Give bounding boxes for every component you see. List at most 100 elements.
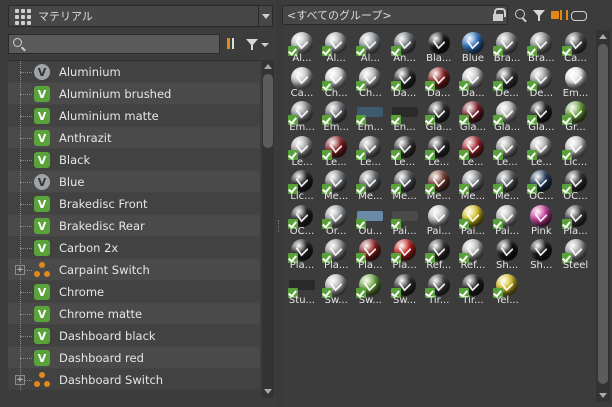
toggle-view-icon[interactable] [551,8,569,22]
material-thumbnail[interactable]: Pla... [560,203,592,237]
material-thumbnail[interactable]: Pai... [491,203,523,237]
list-item[interactable]: V Chrome [8,281,260,303]
material-thumbnail[interactable]: Me... [354,168,386,202]
scroll-thumb[interactable] [598,44,608,384]
material-thumbnail[interactable]: Le... [457,134,489,168]
material-thumbnail[interactable]: Tir... [457,272,489,306]
material-thumbnail[interactable]: OC... [525,168,557,202]
material-thumbnail[interactable]: En... [389,99,421,133]
material-thumbnail[interactable]: Le... [423,134,455,168]
list-item[interactable]: V Chrome matte [8,303,260,325]
list-item[interactable]: + Carpaint Switch [8,259,260,281]
material-thumbnail[interactable]: Al... [286,30,318,64]
material-thumbnail[interactable]: Pai... [389,203,421,237]
material-thumbnail[interactable]: Ca... [286,65,318,99]
list-item[interactable]: V Dashboard black [8,325,260,347]
material-thumbnail[interactable]: Gla... [525,99,557,133]
material-thumbnail[interactable]: Em... [354,99,386,133]
material-thumbnail[interactable]: Sw... [320,272,352,306]
material-thumbnail[interactable]: An... [389,30,421,64]
material-thumbnail[interactable]: Le... [320,134,352,168]
thumbnail-grid-scrollbar[interactable] [596,30,610,402]
material-thumbnail[interactable]: Lic... [560,134,592,168]
material-thumbnail[interactable]: Ou... [354,203,386,237]
material-thumbnail[interactable]: Me... [389,168,421,202]
material-thumbnail[interactable]: Ch... [320,65,352,99]
material-thumbnail[interactable]: Me... [457,168,489,202]
expand-icon[interactable]: + [15,375,25,385]
material-thumbnail[interactable]: OC... [560,168,592,202]
filter-dropdown-icon[interactable] [260,36,270,52]
material-thumbnail[interactable]: Le... [286,134,318,168]
material-thumbnail[interactable]: Pla... [320,237,352,271]
list-item[interactable]: V Aluminium [8,61,260,83]
splitter-grip[interactable] [278,220,280,232]
material-thumbnail[interactable]: Tir... [423,272,455,306]
list-item[interactable]: V Aluminium brushed [8,83,260,105]
material-thumbnail[interactable]: Pink [525,203,557,237]
material-thumbnail[interactable]: Le... [354,134,386,168]
lock-icon[interactable] [492,8,506,22]
material-thumbnail[interactable]: De... [491,65,523,99]
material-thumbnail[interactable]: Pla... [286,237,318,271]
material-thumbnail[interactable]: Stu... [286,272,318,306]
material-thumbnail[interactable]: Me... [491,168,523,202]
material-thumbnail[interactable]: Da... [423,65,455,99]
list-item[interactable]: V Brakedisc Front [8,193,260,215]
material-thumbnail[interactable]: Em... [320,99,352,133]
list-item[interactable]: V Aluminium matte [8,105,260,127]
filter-icon[interactable] [244,36,260,52]
search-icon[interactable] [514,8,528,22]
material-thumbnail[interactable]: Pai... [457,203,489,237]
material-thumbnail[interactable]: Ca... [560,30,592,64]
material-thumbnail[interactable]: Yel... [491,272,523,306]
material-thumbnail[interactable]: Le... [525,134,557,168]
material-thumbnail[interactable]: Blue [457,30,489,64]
filter-icon[interactable] [531,7,547,23]
scroll-up-icon[interactable] [599,32,607,40]
material-thumbnail[interactable]: Lic... [286,168,318,202]
material-thumbnail[interactable]: Al... [354,30,386,64]
material-thumbnail[interactable]: De... [525,65,557,99]
material-thumbnail[interactable]: Gla... [457,99,489,133]
scroll-down-icon[interactable] [264,388,272,396]
material-thumbnail[interactable]: Al... [320,30,352,64]
material-thumbnail[interactable]: Gla... [423,99,455,133]
chevron-down-icon[interactable] [258,6,272,26]
material-thumbnail[interactable]: Le... [491,134,523,168]
material-list-scrollbar[interactable] [262,60,274,398]
list-item[interactable]: + Dashboard Switch [8,369,260,390]
material-thumbnail[interactable]: OC... [286,203,318,237]
material-thumbnail[interactable]: Bla... [423,30,455,64]
list-item[interactable]: V Blue [8,171,260,193]
material-thumbnail[interactable]: Gla... [491,99,523,133]
list-item[interactable]: V Carbon 2x [8,237,260,259]
material-thumbnail[interactable]: Pla... [354,237,386,271]
material-thumbnail[interactable]: Pla... [389,237,421,271]
material-thumbnail[interactable]: Ref... [457,237,489,271]
material-thumbnail[interactable]: Em... [286,99,318,133]
material-thumbnail[interactable]: Le... [389,134,421,168]
material-thumbnail[interactable]: Me... [320,168,352,202]
material-thumbnail[interactable]: Me... [423,168,455,202]
material-category-dropdown[interactable]: マテリアル [8,5,273,27]
material-thumbnail[interactable]: Gr... [560,99,592,133]
list-item[interactable]: V Black [8,149,260,171]
material-thumbnail[interactable]: Steel [560,237,592,271]
material-thumbnail[interactable]: Sw... [389,272,421,306]
expand-icon[interactable]: + [15,265,25,275]
material-thumbnail[interactable]: Pai... [423,203,455,237]
scroll-down-icon[interactable] [599,392,607,400]
material-thumbnail[interactable]: Ch... [354,65,386,99]
scroll-thumb[interactable] [263,74,273,148]
material-thumbnail[interactable]: Sh... [491,237,523,271]
material-thumbnail[interactable]: Ref... [423,237,455,271]
list-item[interactable]: V Dashboard red [8,347,260,369]
list-item[interactable]: V Brakedisc Rear [8,215,260,237]
material-thumbnail[interactable]: Bra... [525,30,557,64]
material-thumbnail[interactable]: Sh... [525,237,557,271]
material-thumbnail[interactable]: Bra... [491,30,523,64]
list-item[interactable]: V Anthrazit [8,127,260,149]
material-thumbnail[interactable]: Da... [457,65,489,99]
search-input[interactable] [8,34,220,54]
